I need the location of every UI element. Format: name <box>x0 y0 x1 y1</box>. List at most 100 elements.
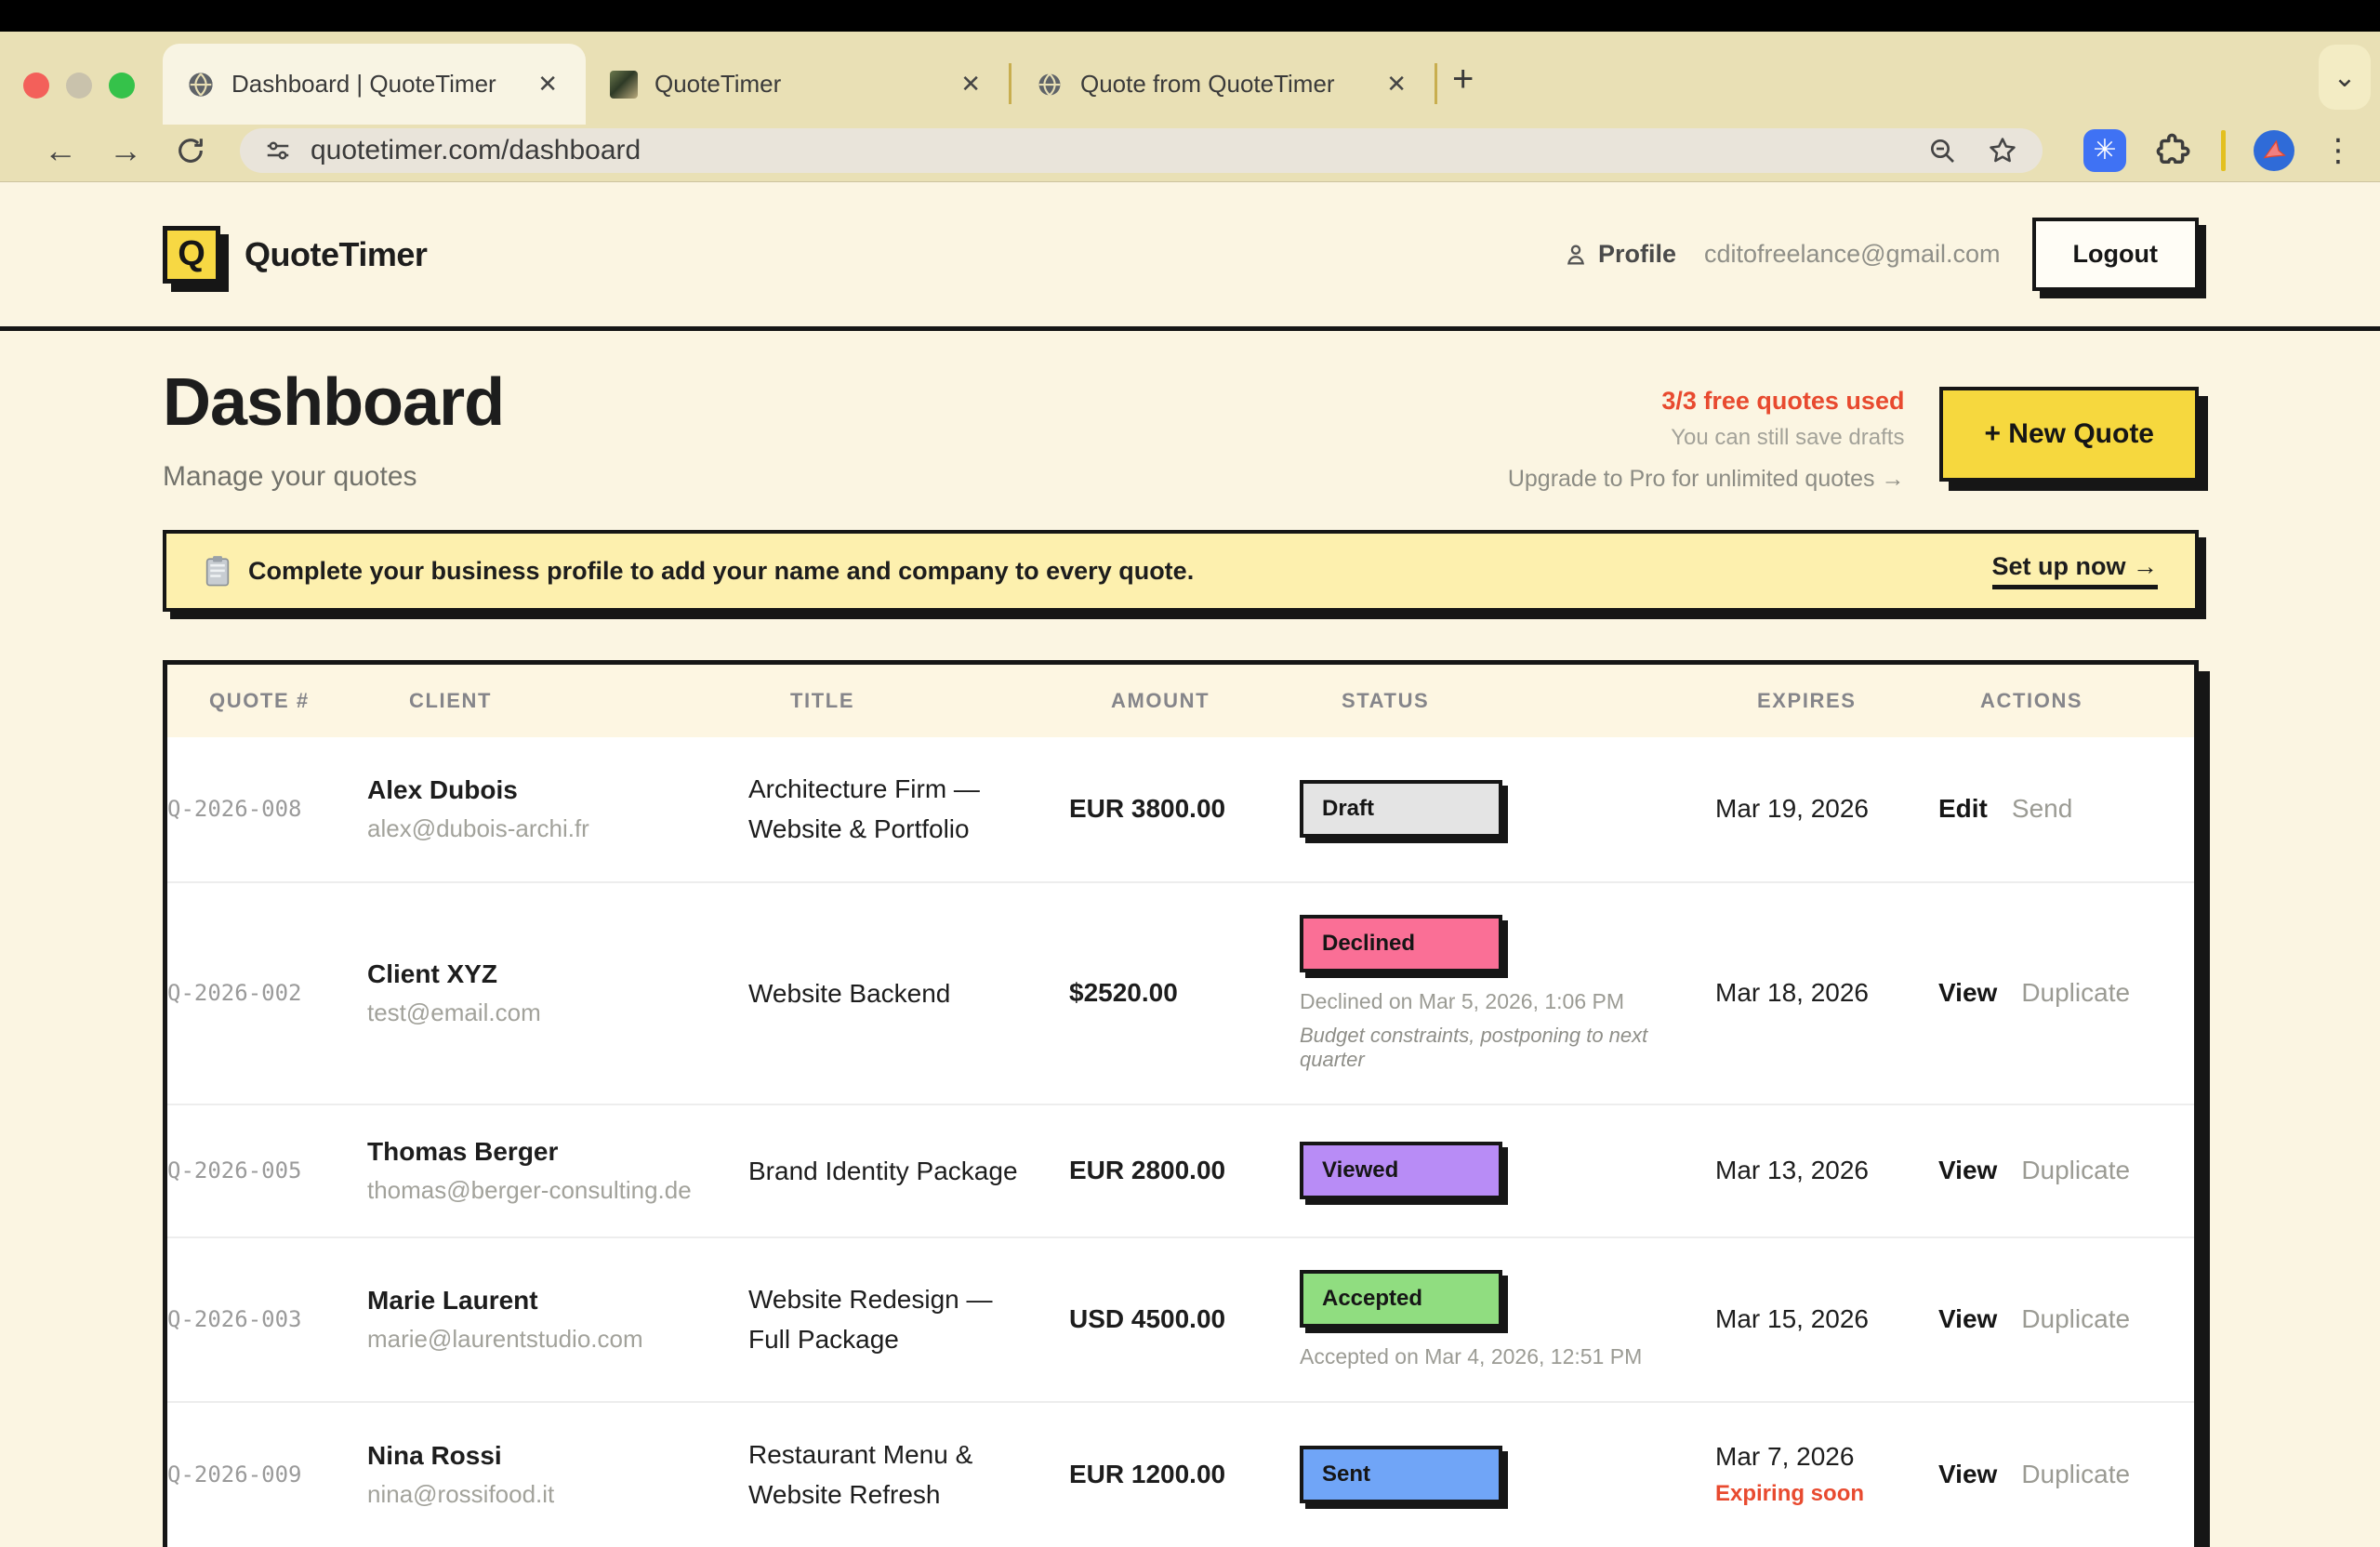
tab-separator <box>1435 63 1437 104</box>
banner-text: Complete your business profile to add yo… <box>248 557 1992 586</box>
table-row: Q-2026-009 Nina Rossi nina@rossifood.it … <box>167 1401 2194 1547</box>
client-name: Alex Dubois <box>367 775 748 805</box>
extensions-puzzle-icon[interactable] <box>2154 131 2193 170</box>
globe-icon <box>1036 71 1064 99</box>
expires-warning: Expiring soon <box>1715 1481 1938 1507</box>
row-action-secondary[interactable]: Send <box>2012 794 2072 824</box>
expires-date: Mar 19, 2026 <box>1715 794 1938 824</box>
brand[interactable]: Q QuoteTimer <box>163 226 427 284</box>
back-button[interactable]: ← <box>28 131 93 170</box>
column-header-quote: QUOTE # <box>209 689 409 713</box>
user-email: cditofreelance@gmail.com <box>1704 240 2001 269</box>
profile-avatar[interactable] <box>2254 130 2294 171</box>
close-tab-icon[interactable]: ✕ <box>1379 66 1414 102</box>
tab-title: QuoteTimer <box>654 70 953 99</box>
row-action-secondary[interactable]: Duplicate <box>2021 1460 2130 1489</box>
table-body: Q-2026-008 Alex Dubois alex@dubois-archi… <box>167 737 2194 1547</box>
tab-quotetimer[interactable]: QuoteTimer ✕ <box>586 44 1009 125</box>
profile-label: Profile <box>1598 240 1676 269</box>
expires-date: Mar 15, 2026 <box>1715 1304 1938 1334</box>
new-tab-button[interactable]: + <box>1452 59 1474 100</box>
client-email: nina@rossifood.it <box>367 1480 748 1509</box>
expires-date: Mar 7, 2026 <box>1715 1442 1938 1472</box>
quote-number: Q-2026-005 <box>167 1157 367 1183</box>
tab-search-chevron-icon[interactable]: ⌄ <box>2319 45 2371 110</box>
column-header-title: TITLE <box>790 689 1111 713</box>
table-row: Q-2026-005 Thomas Berger thomas@berger-c… <box>167 1104 2194 1236</box>
row-action-primary[interactable]: View <box>1938 978 1997 1008</box>
quote-number: Q-2026-002 <box>167 980 367 1006</box>
brand-name: QuoteTimer <box>245 235 427 274</box>
client-email: marie@laurentstudio.com <box>367 1325 748 1354</box>
status-badge: Sent <box>1300 1446 1502 1503</box>
maximize-window-button[interactable] <box>109 73 135 99</box>
row-action-primary[interactable]: Edit <box>1938 794 1988 824</box>
quote-amount: EUR 2800.00 <box>1069 1156 1300 1185</box>
toolbar-divider <box>2221 130 2226 171</box>
quote-amount: USD 4500.00 <box>1069 1304 1300 1334</box>
row-action-secondary[interactable]: Duplicate <box>2021 1156 2130 1185</box>
row-action-primary[interactable]: View <box>1938 1156 1997 1185</box>
row-action-primary[interactable]: View <box>1938 1304 1997 1334</box>
quote-number: Q-2026-003 <box>167 1306 367 1332</box>
browser-toolbar: ← → quotetimer.com/dashboard ✳ ⋮ <box>0 125 2380 182</box>
globe-icon <box>187 71 215 99</box>
window-controls[interactable] <box>23 73 135 99</box>
status-reason: Budget constraints, postponing to next q… <box>1300 1024 1693 1072</box>
quote-title: Website Backend <box>748 973 1069 1013</box>
client-email: alex@dubois-archi.fr <box>367 814 748 843</box>
client-name: Client XYZ <box>367 959 748 989</box>
client-name: Marie Laurent <box>367 1286 748 1316</box>
column-header-client: CLIENT <box>409 689 790 713</box>
set-up-now-link[interactable]: Set up now → <box>1992 552 2159 589</box>
column-header-expires: EXPIRES <box>1757 689 1980 713</box>
forward-button[interactable]: → <box>93 131 158 170</box>
tab-title: Quote from QuoteTimer <box>1080 70 1379 99</box>
quote-title: Brand Identity Package <box>748 1151 1069 1191</box>
client-email: thomas@berger-consulting.de <box>367 1176 748 1205</box>
status-badge: Declined <box>1300 915 1502 972</box>
expires-date: Mar 18, 2026 <box>1715 978 1938 1008</box>
status-badge: Viewed <box>1300 1142 1502 1199</box>
column-header-actions: ACTIONS <box>1980 689 2194 713</box>
browser-menu-icon[interactable]: ⋮ <box>2322 132 2354 169</box>
url-text[interactable]: quotetimer.com/dashboard <box>311 135 1897 166</box>
bookmark-star-icon[interactable] <box>1987 135 2018 166</box>
tab-strip: Dashboard | QuoteTimer ✕ QuoteTimer ✕ Qu… <box>0 32 2380 125</box>
page-title: Dashboard <box>163 364 504 441</box>
quota-used-text: 3/3 free quotes used <box>1508 387 1905 416</box>
address-bar[interactable]: quotetimer.com/dashboard <box>240 128 2043 173</box>
profile-link[interactable]: Profile <box>1563 240 1676 269</box>
row-action-secondary[interactable]: Duplicate <box>2021 1304 2130 1334</box>
status-badge: Draft <box>1300 780 1502 838</box>
quote-amount: EUR 3800.00 <box>1069 794 1300 824</box>
new-quote-button[interactable]: + New Quote <box>1939 387 2199 482</box>
zoom-out-icon[interactable] <box>1927 136 1957 165</box>
upgrade-link[interactable]: Upgrade to Pro for unlimited quotes → <box>1508 466 1905 493</box>
close-tab-icon[interactable]: ✕ <box>530 66 565 102</box>
quote-title: Architecture Firm — Website & Portfolio <box>748 769 1069 850</box>
tab-dashboard[interactable]: Dashboard | QuoteTimer ✕ <box>163 44 586 125</box>
row-action-secondary[interactable]: Duplicate <box>2021 978 2130 1008</box>
clipboard-icon <box>204 555 231 587</box>
row-action-primary[interactable]: View <box>1938 1460 1997 1489</box>
column-header-status: STATUS <box>1342 689 1757 713</box>
reload-button[interactable] <box>158 135 223 166</box>
minimize-window-button[interactable] <box>66 73 92 99</box>
extension-app-icon[interactable]: ✳ <box>2083 129 2126 172</box>
status-note: Declined on Mar 5, 2026, 1:06 PM <box>1300 989 1693 1014</box>
quote-title: Website Redesign — Full Package <box>748 1279 1069 1360</box>
client-email: test@email.com <box>367 998 748 1027</box>
quotetimer-logo: Q <box>163 226 220 284</box>
table-row: Q-2026-008 Alex Dubois alex@dubois-archi… <box>167 737 2194 881</box>
close-tab-icon[interactable]: ✕ <box>953 66 988 102</box>
status-badge: Accepted <box>1300 1270 1502 1328</box>
quota-note: You can still save drafts <box>1508 425 1905 451</box>
status-note: Accepted on Mar 4, 2026, 12:51 PM <box>1300 1344 1693 1369</box>
site-header: Q QuoteTimer Profile cditofreelance@gmai… <box>0 182 2380 331</box>
logout-button[interactable]: Logout <box>2032 218 2199 291</box>
tab-quote-from-quotetimer[interactable]: Quote from QuoteTimer ✕ <box>1012 44 1435 125</box>
close-window-button[interactable] <box>23 73 49 99</box>
site-settings-icon[interactable] <box>264 137 292 165</box>
quote-amount: $2520.00 <box>1069 978 1300 1008</box>
